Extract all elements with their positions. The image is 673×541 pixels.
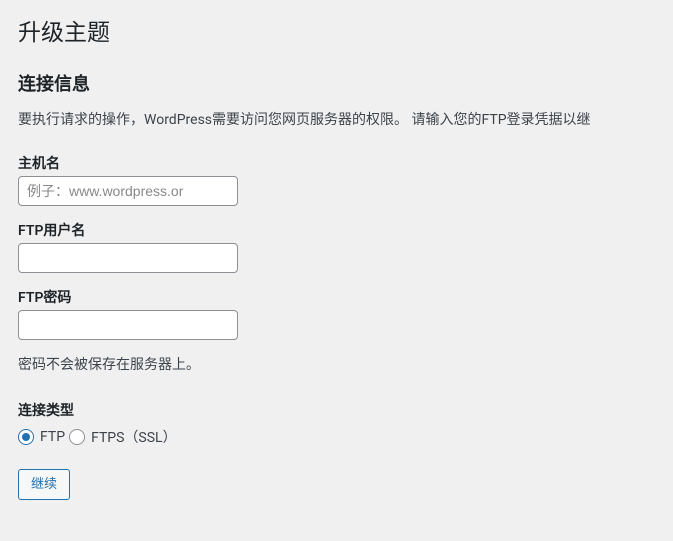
page-title: 升级主题 — [18, 18, 655, 48]
section-heading: 连接信息 — [18, 70, 655, 96]
submit-button[interactable]: 继续 — [18, 469, 70, 500]
ftp-password-label: FTP密码 — [18, 287, 655, 307]
connection-type-label: 连接类型 — [18, 400, 655, 420]
connection-type-ftp-label[interactable]: FTP — [40, 429, 65, 445]
ftp-username-input[interactable] — [18, 243, 238, 273]
section-description: 要执行请求的操作，WordPress需要访问您网页服务器的权限。 请输入您的FT… — [18, 110, 655, 131]
password-help-text: 密码不会被保存在服务器上。 — [18, 354, 655, 374]
connection-type-ftps-radio[interactable] — [69, 429, 85, 445]
hostname-input[interactable] — [18, 176, 238, 206]
ftp-username-label: FTP用户名 — [18, 220, 655, 240]
connection-type-ftps-label[interactable]: FTPS（SSL） — [91, 427, 177, 447]
connection-type-ftp-radio[interactable] — [18, 429, 34, 445]
ftp-password-input[interactable] — [18, 310, 238, 340]
hostname-label: 主机名 — [18, 153, 655, 173]
